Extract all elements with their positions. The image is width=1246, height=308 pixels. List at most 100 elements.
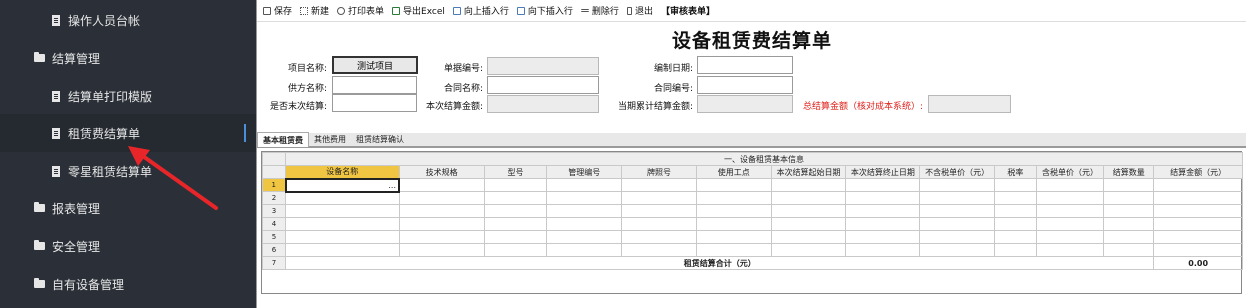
grid-cell[interactable] [285, 204, 400, 218]
grid-cell[interactable] [483, 230, 548, 244]
grid-cell[interactable] [695, 230, 772, 244]
column-header[interactable]: 管理编号 [546, 165, 623, 179]
grid-cell[interactable] [845, 178, 921, 192]
equipment-name-cell[interactable]: ... [284, 177, 401, 193]
new-button[interactable]: 新建 [300, 4, 329, 17]
grid-cell[interactable] [919, 243, 995, 257]
grid-cell[interactable] [1035, 204, 1105, 218]
grid-cell[interactable] [993, 191, 1037, 205]
grid-cell[interactable] [621, 217, 697, 231]
grid-cell[interactable] [770, 191, 847, 205]
grid-cell[interactable] [993, 217, 1037, 231]
row-number[interactable]: 3 [261, 204, 287, 218]
column-header[interactable]: 本次结算起始日期 [770, 165, 847, 179]
grid-cell[interactable] [621, 191, 697, 205]
grid-cell[interactable] [285, 243, 400, 257]
insert-below-button[interactable]: 向下插入行 [516, 4, 573, 17]
grid-cell[interactable] [1035, 230, 1105, 244]
grid-cell[interactable] [993, 204, 1037, 218]
grid-cell[interactable] [1103, 243, 1155, 257]
insert-above-button[interactable]: 向上插入行 [452, 4, 509, 17]
grid-cell[interactable] [1103, 178, 1155, 192]
grid-cell[interactable] [398, 191, 485, 205]
grid-cell[interactable] [1153, 204, 1243, 218]
grid-cell[interactable] [398, 217, 485, 231]
grid-cell[interactable] [621, 204, 697, 218]
grid-cell[interactable] [1153, 191, 1243, 205]
row-number[interactable]: 5 [261, 230, 287, 244]
tab-other-fees[interactable]: 其他费用 [309, 132, 351, 147]
column-header[interactable]: 技术规格 [398, 165, 485, 179]
row-number[interactable]: 7 [261, 256, 287, 270]
grid-cell[interactable] [770, 204, 847, 218]
grid-cell[interactable] [919, 178, 995, 192]
grid-cell[interactable] [919, 217, 995, 231]
grid-cell[interactable] [695, 204, 772, 218]
column-header[interactable]: 使用工点 [695, 165, 772, 179]
exit-button[interactable]: 退出 [626, 4, 653, 17]
contract-name-field[interactable] [487, 76, 599, 94]
column-header[interactable]: 设备名称 [285, 165, 400, 179]
grid-cell[interactable] [1153, 217, 1243, 231]
column-header[interactable]: 型号 [483, 165, 548, 179]
grid-cell[interactable] [546, 191, 623, 205]
grid-cell[interactable] [398, 204, 485, 218]
grid-cell[interactable] [483, 217, 548, 231]
grid-cell[interactable] [483, 204, 548, 218]
row-number[interactable]: 4 [261, 217, 287, 231]
grid-cell[interactable] [1103, 204, 1155, 218]
grid-cell[interactable] [845, 230, 921, 244]
project-name-field[interactable]: 测试项目 [332, 56, 418, 74]
grid-cell[interactable] [546, 243, 623, 257]
grid-cell[interactable] [1103, 217, 1155, 231]
grid-cell[interactable] [483, 243, 548, 257]
grid-cell[interactable] [993, 230, 1037, 244]
grid-cell[interactable] [1103, 191, 1155, 205]
grid-cell[interactable] [695, 243, 772, 257]
grid-cell[interactable] [1103, 230, 1155, 244]
tab-rental-confirmation[interactable]: 租赁结算确认 [351, 132, 409, 147]
grid-cell[interactable] [919, 230, 995, 244]
save-button[interactable]: 保存 [263, 4, 292, 17]
grid-cell[interactable] [1153, 230, 1243, 244]
grid-cell[interactable] [770, 230, 847, 244]
tab-basic-rental[interactable]: 基本租赁费 [257, 132, 309, 147]
row-number[interactable]: 2 [261, 191, 287, 205]
grid-cell[interactable] [621, 178, 697, 192]
grid-cell[interactable] [546, 178, 623, 192]
grid-cell[interactable] [770, 217, 847, 231]
grid-cell[interactable] [1035, 191, 1105, 205]
audit-form-button[interactable]: 【审核表单】 [661, 4, 715, 17]
grid-cell[interactable] [398, 243, 485, 257]
column-header[interactable]: 牌照号 [621, 165, 697, 179]
grid-cell[interactable] [845, 217, 921, 231]
grid-cell[interactable] [546, 230, 623, 244]
grid-cell[interactable] [1153, 178, 1243, 192]
export-excel-button[interactable]: 导出Excel [392, 4, 445, 17]
grid-cell[interactable] [1035, 178, 1105, 192]
grid-cell[interactable] [993, 178, 1037, 192]
grid-cell[interactable] [919, 204, 995, 218]
grid-cell[interactable] [770, 243, 847, 257]
grid-cell[interactable] [695, 178, 772, 192]
column-header[interactable]: 本次结算终止日期 [845, 165, 921, 179]
grid-cell[interactable] [845, 243, 921, 257]
grid-cell[interactable] [695, 217, 772, 231]
date-field[interactable] [697, 56, 793, 74]
contract-no-field[interactable] [697, 76, 793, 94]
grid-cell[interactable] [285, 230, 400, 244]
grid-cell[interactable] [546, 217, 623, 231]
grid-cell[interactable] [398, 178, 485, 192]
column-header[interactable]: 结算数量 [1103, 165, 1155, 179]
grid-cell[interactable] [1035, 217, 1105, 231]
print-button[interactable]: 打印表单 [337, 4, 384, 17]
grid-cell[interactable] [621, 243, 697, 257]
grid-cell[interactable] [1153, 243, 1243, 257]
grid-cell[interactable] [919, 191, 995, 205]
column-header[interactable]: 不含税单价（元） [919, 165, 995, 179]
grid-cell[interactable] [546, 204, 623, 218]
column-header[interactable]: 结算金额（元） [1153, 165, 1243, 179]
grid-cell[interactable] [845, 204, 921, 218]
grid-cell[interactable] [845, 191, 921, 205]
column-header[interactable]: 税率 [993, 165, 1037, 179]
